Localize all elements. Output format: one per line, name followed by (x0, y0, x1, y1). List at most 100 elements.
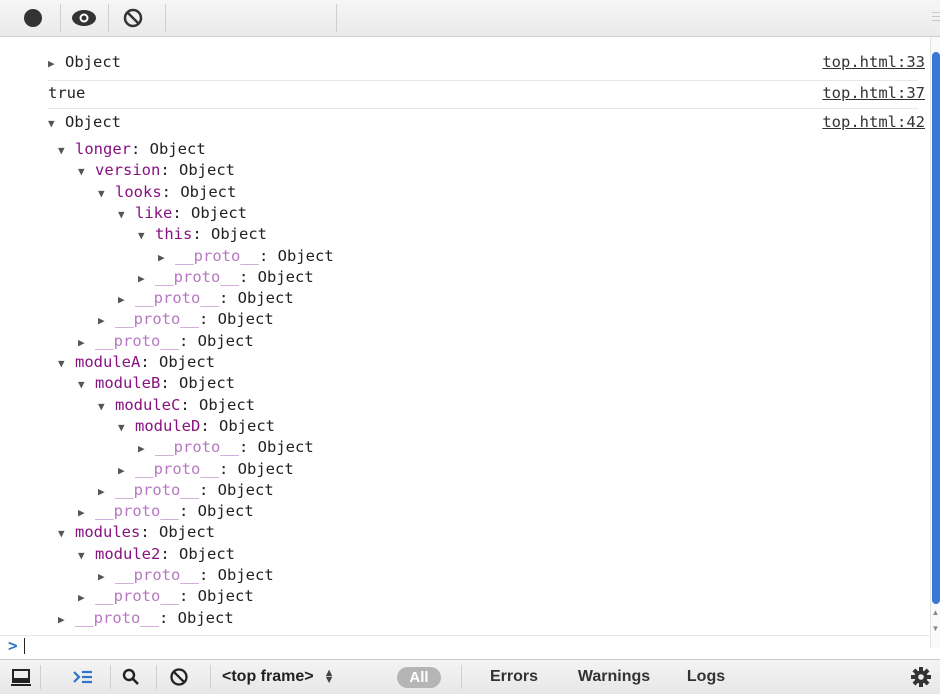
collapse-triangle-icon[interactable]: ▼ (78, 378, 95, 391)
tree-row[interactable]: ▼ module2: Object (78, 545, 235, 563)
property-colon: : (161, 182, 181, 201)
tree-row[interactable]: ▼ moduleB: Object (78, 374, 235, 392)
collapse-triangle-icon[interactable]: ▼ (58, 357, 75, 370)
collapse-triangle-icon[interactable]: ▼ (58, 144, 75, 157)
property-colon: : (172, 203, 191, 222)
property-colon: : (239, 438, 258, 457)
settings-button[interactable] (906, 660, 936, 694)
tree-row[interactable]: ▼ like: Object (118, 204, 247, 222)
tree-row[interactable]: ▼ this: Object (138, 225, 267, 243)
filter-warnings[interactable]: Warnings (566, 660, 662, 694)
collapse-triangle-icon[interactable]: ▼ (138, 229, 155, 242)
scrollbar-thumb[interactable] (932, 52, 940, 604)
scroll-up-icon[interactable]: ▲ (931, 608, 940, 617)
tree-row[interactable]: ▶ __proto__: Object (78, 587, 254, 605)
expand-triangle-icon[interactable]: ▶ (78, 591, 95, 604)
collapse-triangle-icon[interactable]: ▼ (98, 187, 115, 200)
expand-triangle-icon[interactable]: ▶ (158, 251, 175, 264)
toolbar-divider (336, 4, 337, 32)
tree-row[interactable]: ▶ __proto__: Object (118, 460, 294, 478)
tree-row[interactable]: ▼ modules: Object (58, 523, 215, 541)
property-colon: : (200, 416, 219, 435)
tree-row[interactable]: ▼ version: Object (78, 161, 235, 179)
property-value: Object (179, 374, 235, 393)
tree-row[interactable]: ▶ __proto__: Object (98, 566, 274, 584)
expand-triangle-icon[interactable]: ▶ (98, 485, 115, 498)
tree-row[interactable]: ▶ __proto__: Object (98, 481, 274, 499)
expand-triangle-icon[interactable]: ▶ (118, 293, 135, 306)
property-key: moduleC (115, 395, 181, 414)
console-prompt[interactable]: > (0, 635, 930, 656)
source-link[interactable]: top.html:42 (822, 113, 925, 131)
filter-errors[interactable]: Errors (482, 660, 546, 694)
property-value: Object (179, 161, 235, 180)
clear-console-bottom-button[interactable] (162, 660, 196, 694)
property-colon: : (239, 267, 258, 286)
tree-row[interactable]: ▼ moduleC: Object (98, 396, 255, 414)
tree-row[interactable]: ▼ moduleA: Object (58, 353, 215, 371)
property-key: __proto__ (175, 246, 259, 265)
property-colon: : (179, 331, 198, 350)
expand-triangle-icon[interactable]: ▶ (138, 442, 155, 455)
tree-row[interactable]: ▶ __proto__: Object (78, 332, 254, 350)
collapse-triangle-icon[interactable]: ▼ (98, 400, 115, 413)
tree-row[interactable]: ▶ __proto__: Object (138, 438, 314, 456)
collapse-triangle-icon[interactable]: ▼ (48, 117, 65, 130)
property-colon: : (259, 246, 278, 265)
expand-triangle-icon[interactable]: ▶ (78, 336, 95, 349)
dock-button[interactable] (4, 660, 38, 694)
collapse-triangle-icon[interactable]: ▼ (58, 527, 75, 540)
property-key: moduleD (135, 416, 201, 435)
property-value: Object (180, 182, 237, 201)
tree-row[interactable]: ▼ looks: Object (98, 183, 236, 201)
expand-triangle-icon[interactable]: ▶ (78, 506, 95, 519)
filter-all[interactable]: All (390, 660, 448, 694)
property-colon: : (159, 608, 178, 627)
tree-row[interactable]: ▶ __proto__: Object (98, 310, 274, 328)
property-value: Object (197, 331, 254, 350)
property-value: Object (197, 502, 254, 521)
property-value: Object (159, 523, 215, 542)
scroll-down-icon[interactable]: ▼ (931, 624, 940, 633)
search-icon (122, 668, 139, 685)
expand-triangle-icon[interactable]: ▶ (118, 464, 135, 477)
expand-triangle-icon[interactable]: ▶ (138, 272, 155, 285)
eye-button[interactable] (63, 0, 105, 36)
property-key: __proto__ (135, 289, 219, 308)
property-key: longer (75, 140, 131, 158)
collapse-triangle-icon[interactable]: ▼ (78, 165, 95, 178)
dock-icon (11, 669, 31, 686)
property-value: Object (257, 438, 314, 457)
property-key: __proto__ (135, 459, 219, 478)
toolbar-divider (165, 4, 166, 32)
clear-console-button[interactable] (112, 0, 154, 36)
collapse-triangle-icon[interactable]: ▼ (118, 208, 135, 221)
show-console-button[interactable] (66, 660, 100, 694)
collapse-triangle-icon[interactable]: ▼ (78, 549, 95, 562)
source-link[interactable]: top.html:33 (822, 53, 925, 71)
expand-triangle-icon[interactable]: ▶ (98, 314, 115, 327)
filter-logs[interactable]: Logs (678, 660, 734, 694)
tree-row[interactable]: ▶ __proto__: Object (138, 268, 314, 286)
expand-triangle-icon[interactable]: ▶ (58, 613, 75, 626)
tree-row[interactable]: ▶ __proto__: Object (78, 502, 254, 520)
gear-icon (911, 667, 931, 687)
tree-row[interactable]: ▶ __proto__: Object (118, 289, 294, 307)
tree-row[interactable]: ▶ __proto__: Object (158, 247, 334, 265)
search-button[interactable] (116, 660, 146, 694)
frame-select[interactable]: <top frame> ▲ ▼ (222, 660, 372, 694)
property-key: moduleA (75, 353, 141, 371)
property-key: __proto__ (95, 587, 179, 606)
tree-row[interactable]: ▶ __proto__: Object (58, 609, 234, 627)
select-arrows-icon: ▲ ▼ (323, 667, 335, 686)
tree-row[interactable]: ▼ moduleD: Object (118, 417, 275, 435)
source-link[interactable]: top.html:37 (822, 84, 925, 102)
tree-row[interactable]: ▼ longer: Object (58, 140, 206, 158)
property-colon: : (219, 289, 238, 308)
property-colon: : (140, 353, 159, 371)
expand-triangle-icon[interactable]: ▶ (98, 570, 115, 583)
expand-triangle-icon[interactable]: ▶ (48, 57, 65, 70)
record-button[interactable] (12, 0, 54, 36)
collapse-triangle-icon[interactable]: ▼ (118, 421, 135, 434)
bottom-divider (110, 665, 111, 689)
